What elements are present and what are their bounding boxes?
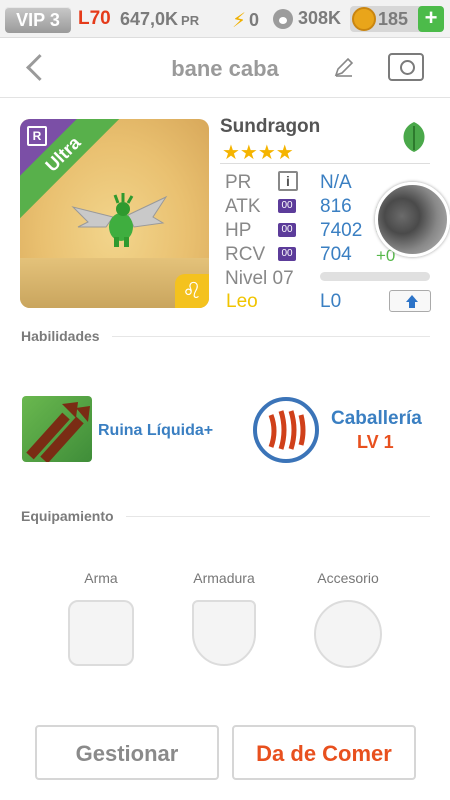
- manage-button[interactable]: Gestionar: [35, 725, 219, 780]
- stat-label-pr: PR: [225, 172, 252, 193]
- caballeria-claw-icon[interactable]: [253, 397, 319, 463]
- camera-icon[interactable]: [388, 53, 424, 81]
- stat-badge-atk: 00: [278, 199, 296, 213]
- skill1-name[interactable]: Ruina Líquida+: [98, 422, 213, 440]
- energy-counter: ⚡ 0: [232, 8, 259, 33]
- upgrade-arrow-button[interactable]: [389, 290, 431, 312]
- rarity-badge: R: [27, 126, 47, 146]
- stat-label-rcv: RCV: [225, 244, 266, 265]
- stat-value-atk: 816: [320, 196, 352, 217]
- skills-divider: [112, 336, 430, 337]
- stat-value-rcv: 704: [320, 244, 352, 265]
- monster-card[interactable]: Ultra R ♌: [20, 119, 209, 308]
- add-gems-button[interactable]: +: [418, 6, 444, 32]
- gem-counter: 185 +: [350, 6, 444, 32]
- page-header: bane caba: [0, 38, 450, 98]
- zodiac-leo-icon: ♌: [175, 274, 209, 308]
- pr-counter: 647,0K PR: [120, 9, 199, 30]
- pr-value: 647,0K: [120, 9, 179, 29]
- equipment-section-title: Equipamiento: [21, 508, 114, 524]
- level-progress-bar: [320, 272, 430, 281]
- arrows-icon: [26, 402, 90, 462]
- edit-pencil-icon[interactable]: [333, 56, 355, 78]
- skill2-level: LV 1: [357, 432, 394, 452]
- stat-value-hp: 7402: [320, 220, 363, 241]
- info-icon[interactable]: i: [278, 171, 298, 191]
- leaf-element-icon: [403, 122, 425, 152]
- page-title: bane caba: [171, 56, 279, 81]
- accessory-label: Accesorio: [317, 570, 379, 586]
- pr-unit: PR: [181, 13, 200, 28]
- feed-button[interactable]: Da de Comer: [232, 725, 416, 780]
- vip-badge[interactable]: VIP 3: [5, 7, 71, 33]
- paw-icon: [273, 8, 293, 29]
- limit-level: L0: [320, 291, 342, 312]
- claw-marks-icon: [268, 410, 306, 450]
- skill2-name[interactable]: Caballería: [331, 408, 422, 430]
- stat-badge-hp: 00: [278, 223, 296, 237]
- gem-value: 185: [378, 9, 409, 29]
- skills-section-title: Habilidades: [21, 328, 100, 344]
- owner-avatar[interactable]: [375, 182, 450, 257]
- weapon-slot[interactable]: [68, 600, 134, 666]
- resource-bar: VIP 3 L70 647,0K PR ⚡ 0 308K 185 +: [0, 0, 450, 38]
- weapon-label: Arma: [84, 570, 118, 586]
- armor-label: Armadura: [193, 570, 255, 586]
- zodiac-sign-label: Leo: [226, 291, 258, 312]
- stat-badge-rcv: 00: [278, 247, 296, 261]
- stat-value-pr: N/A: [320, 172, 352, 193]
- monster-name: Sundragon: [220, 116, 321, 137]
- armor-slot[interactable]: [192, 600, 256, 666]
- stats-divider: [220, 163, 430, 164]
- app-root: VIP 3 L70 647,0K PR ⚡ 0 308K 185 + bane c…: [0, 0, 450, 800]
- stat-label-hp: HP: [225, 220, 252, 241]
- paw-value: 308K: [298, 8, 342, 28]
- energy-value: 0: [249, 10, 260, 30]
- accessory-slot[interactable]: [314, 600, 382, 668]
- ruina-liquida-icon[interactable]: [22, 396, 92, 462]
- level-label: Nivel 07: [225, 268, 294, 289]
- paw-counter: 308K: [273, 8, 341, 29]
- gem-coin-icon: [352, 7, 376, 31]
- lightning-icon: ⚡: [232, 10, 247, 32]
- equipment-divider: [126, 516, 430, 517]
- player-level: L70: [78, 8, 111, 29]
- star-rating: ★★★★: [222, 142, 294, 164]
- dragon-sprite: [71, 193, 168, 247]
- stat-label-atk: ATK: [225, 196, 261, 217]
